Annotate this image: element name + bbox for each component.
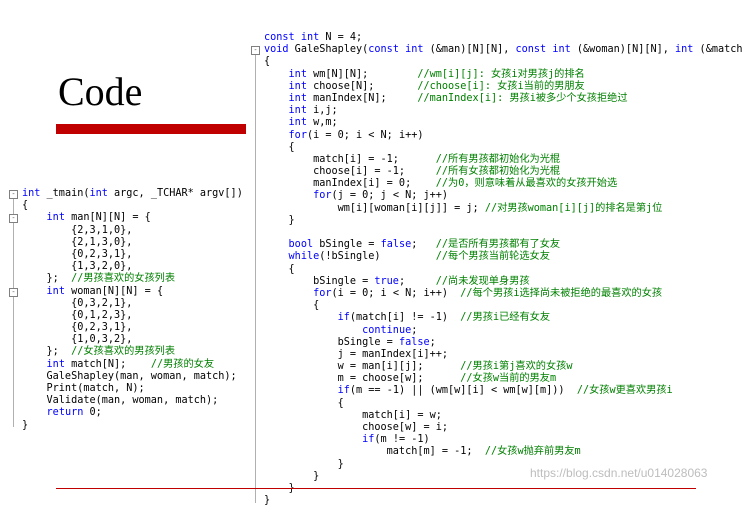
right-code-line-text: { <box>264 263 295 275</box>
slide-title: Code <box>58 69 143 114</box>
left-code-line-text: {0,1,2,3}, <box>22 309 133 321</box>
collapse-toggle-icon[interactable]: - <box>9 190 18 199</box>
right-code-line-text: wm[i][woman[i][j]] = j; //对男孩woman[i][j]… <box>264 202 663 214</box>
right-code-line-text: j = manIndex[i]++; <box>264 348 449 360</box>
right-code-line-text: int wm[N][N]; //wm[i][j]: 女孩i对男孩j的排名 <box>288 68 585 80</box>
collapse-toggle-icon[interactable]: - <box>9 214 18 224</box>
right-code-line-text: match[i] = w; <box>264 409 442 421</box>
right-code-line-text: choose[i] = -1; //所有女孩都初始化为光棍 <box>264 166 561 178</box>
left-code-line-text: {1,3,2,0}, <box>22 261 133 273</box>
right-code-line-text: int i,j; <box>288 105 338 117</box>
watermark-text: https://blog.csdn.net/u014028063 <box>530 466 708 480</box>
right-code-line-text: } <box>264 495 271 507</box>
right-code-line-text: continue; <box>362 324 418 336</box>
right-code-line-text: } <box>264 458 344 470</box>
left-code-line-text: GaleShapley(man, woman, match); <box>22 370 237 382</box>
right-code-line-text: m = choose[w]; //女孩w当前的男友m <box>264 373 557 385</box>
right-code-line-text: for(i = 0; i < N; i++) //每个男孩i选择尚未被拒绝的最喜… <box>313 287 663 299</box>
right-code-line-text: int choose[N]; //choose[i]: 女孩i当前的男朋友 <box>288 80 585 92</box>
collapse-toggle-icon[interactable]: - <box>9 287 18 297</box>
title-underline-bar <box>56 124 246 134</box>
left-code-line-text: int man[N][N] = { <box>46 212 151 224</box>
left-code-line-text: { <box>22 200 29 212</box>
left-code-line-text: {0,3,2,1}, <box>22 297 133 309</box>
right-code-line-text: bSingle = false; <box>264 336 436 348</box>
right-code-line-text: { <box>264 141 295 153</box>
right-code-line-text: } <box>264 214 295 226</box>
right-code-line-text: match[i] = -1; //所有男孩都初始化为光棍 <box>264 153 561 165</box>
left-code-line-text: {2,1,3,0}, <box>22 236 133 248</box>
left-code-line-text: Print(match, N); <box>22 383 145 394</box>
right-code-line-text: { <box>264 300 320 312</box>
left-code-line-text: {1,0,3,2}, <box>22 334 133 346</box>
right-code-line-text: w = man[i][j]; //男孩i第j喜欢的女孩w <box>264 361 573 373</box>
block-guide-line <box>13 199 14 427</box>
left-code-line-text: int match[N]; //男孩的女友 <box>46 358 215 370</box>
right-code-line-text: match[m] = -1; //女孩w抛弃前男友m <box>264 446 581 458</box>
left-code-line-text: int woman[N][N] = { <box>46 285 164 297</box>
bottom-divider <box>56 488 696 489</box>
right-code-line-text: { <box>264 56 271 68</box>
collapse-toggle-icon[interactable]: - <box>251 46 260 56</box>
right-code-line-text: } <box>264 483 295 495</box>
block-guide-line <box>255 55 256 503</box>
right-code-line-text: void GaleShapley(const int (&man)[N][N],… <box>264 44 744 56</box>
right-code-line-text: if(m != -1) <box>362 434 430 446</box>
left-code-line-text: Validate(man, woman, match); <box>22 395 219 407</box>
left-code-line-text: return 0; <box>46 407 102 419</box>
left-code-line-text: }; //女孩喜欢的男孩列表 <box>22 346 176 358</box>
right-code-line-text: const int N = 4; <box>264 32 363 43</box>
right-code-line-text: if(match[i] != -1) //男孩i已经有女友 <box>337 312 551 324</box>
left-code-line-text: }; //男孩喜欢的女孩列表 <box>22 273 176 285</box>
left-code-line-text: int _tmain(int argc, _TCHAR* argv[]) <box>22 188 243 199</box>
right-code-line-text: if(m == -1) || (wm[w][i] < wm[w][m])) //… <box>337 385 673 397</box>
right-code-line-text: choose[w] = i; <box>264 422 449 433</box>
right-code-line-text: while(!bSingle) //每个男孩当前轮选女友 <box>288 251 550 263</box>
right-code-line-text: int w,m; <box>288 117 338 129</box>
right-code-line-text: for(i = 0; i < N; i++) <box>288 129 424 141</box>
right-code-line-text: manIndex[i] = 0; //为0，则意味着从最喜欢的女孩开始选 <box>264 178 618 190</box>
left-code-line-text: {2,3,1,0}, <box>22 224 133 236</box>
left-code-line-text: {0,2,3,1}, <box>22 248 133 260</box>
right-code-line-text: bSingle = true; //尚未发现单身男孩 <box>264 275 530 287</box>
right-code-line-text: } <box>264 470 320 482</box>
right-code-line-text: int manIndex[N]; //manIndex[i]: 男孩i被多少个女… <box>288 92 628 104</box>
right-code-line-text: bool bSingle = false; //是否所有男孩都有了女友 <box>288 239 561 251</box>
right-code-line-text: { <box>264 397 344 409</box>
left-code-line-text: {0,2,3,1}, <box>22 322 133 334</box>
left-code-line-text: } <box>22 419 29 431</box>
right-code-line-text: for(j = 0; j < N; j++) <box>313 190 449 202</box>
